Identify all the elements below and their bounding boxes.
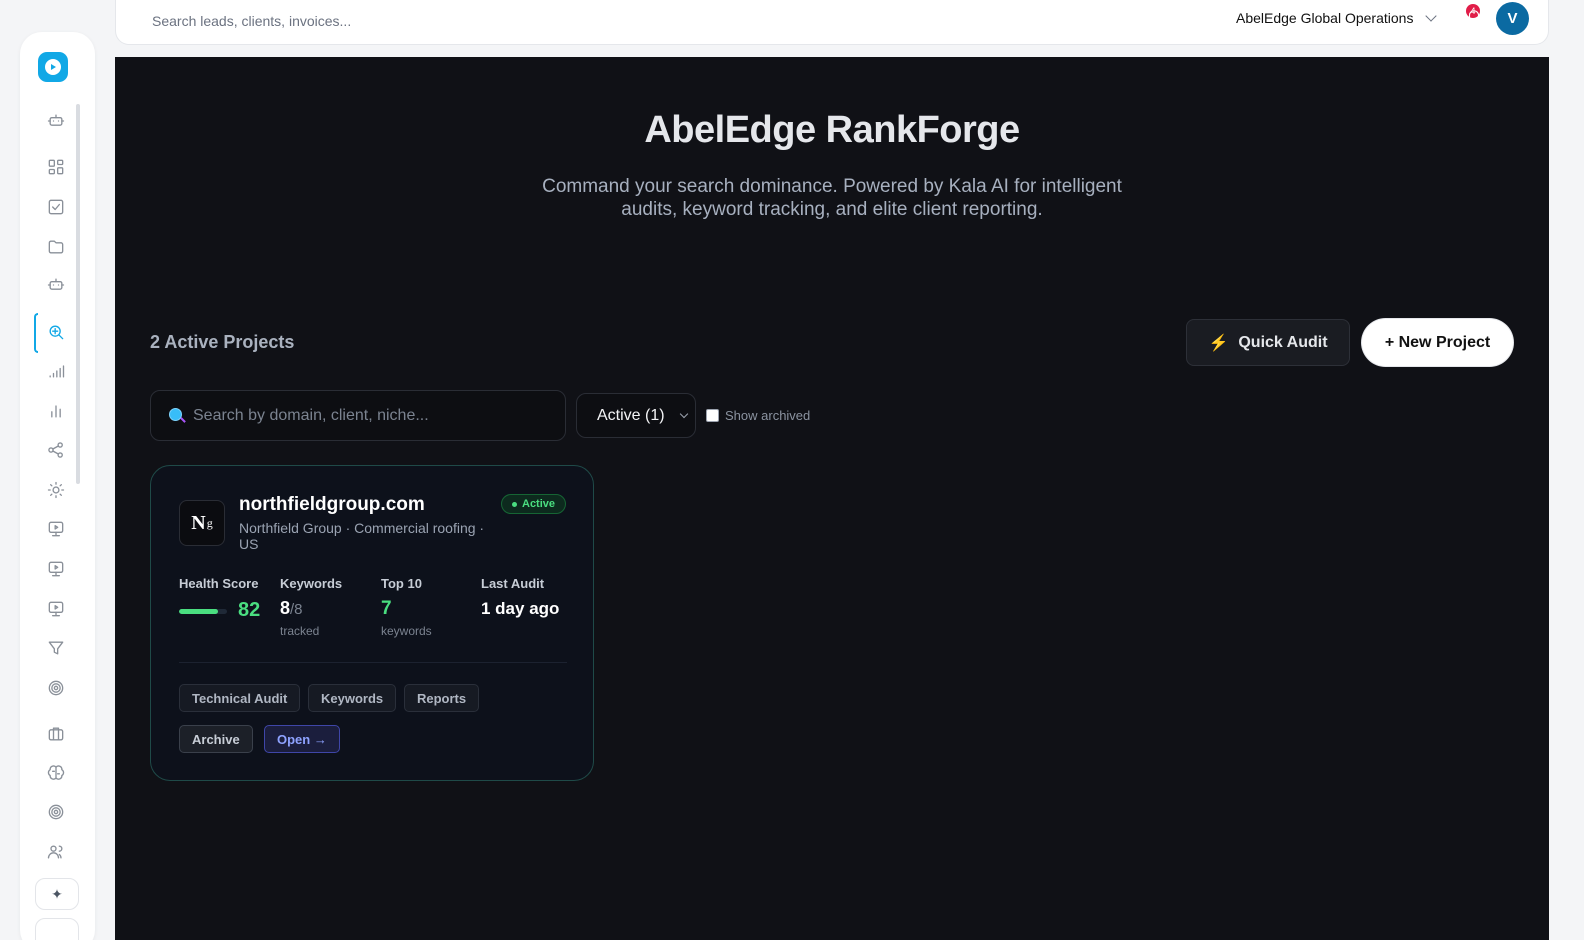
sidebar-active-indicator — [34, 313, 38, 353]
checkbox-icon[interactable] — [44, 195, 68, 219]
sidebar-scrollbar[interactable] — [76, 104, 80, 484]
health-score-bar — [179, 609, 227, 614]
new-project-button[interactable]: + New Project — [1362, 319, 1513, 366]
keywords-tracked: 8 — [280, 598, 291, 618]
monitor-play-icon[interactable] — [44, 517, 68, 541]
project-meta: Northfield Group · Commercial roofing · … — [239, 520, 485, 552]
project-logo: Ng — [179, 500, 225, 546]
health-score-bar-fill — [179, 609, 219, 614]
briefcase-icon[interactable] — [44, 722, 68, 746]
sun-icon[interactable] — [44, 478, 68, 502]
project-logo-letter: N — [191, 511, 206, 534]
signal-icon[interactable] — [44, 359, 68, 383]
project-logo-sup: g — [206, 515, 213, 530]
project-card[interactable]: Ng northfieldgroup.com Northfield Group … — [150, 465, 594, 781]
avatar[interactable]: V — [1496, 2, 1529, 35]
target-icon[interactable] — [44, 800, 68, 824]
card-divider — [179, 662, 567, 663]
project-search-input[interactable] — [193, 406, 553, 425]
bell-outline-icon — [1466, 10, 1482, 24]
chevron-down-icon — [679, 409, 689, 419]
topbar: AbelEdge Global Operations 4 V — [115, 0, 1549, 45]
status-dot-icon — [512, 501, 517, 507]
keywords-sub: tracked — [280, 624, 320, 638]
robot-icon[interactable] — [44, 273, 68, 297]
main-panel: AbelEdge RankForge Command your search d… — [115, 57, 1549, 940]
bar-chart-icon[interactable] — [44, 399, 68, 423]
search-icon — [169, 407, 185, 424]
page-title: AbelEdge RankForge — [644, 109, 1020, 151]
keywords-label: Keywords — [280, 576, 343, 591]
sidebar: ✦ — [20, 32, 95, 940]
org-selector[interactable]: AbelEdge Global Operations — [1236, 10, 1438, 26]
archive-button[interactable]: Archive — [179, 725, 253, 753]
users-icon[interactable] — [44, 840, 68, 864]
health-score-value: 82 — [238, 599, 261, 621]
keywords-button[interactable]: Keywords — [308, 684, 397, 712]
keywords-value: 8/8 — [280, 598, 303, 619]
reports-button[interactable]: Reports — [404, 684, 480, 712]
filter-icon[interactable] — [44, 636, 68, 660]
keywords-total: /8 — [290, 601, 303, 618]
open-project-button[interactable]: Open → — [264, 725, 340, 753]
search-zoom-icon[interactable] — [44, 320, 68, 344]
quick-audit-label: Quick Audit — [1238, 333, 1328, 351]
status-filter-value: Active (1) — [597, 406, 665, 424]
top10-value: 7 — [381, 598, 392, 619]
health-score-label: Health Score — [179, 576, 259, 591]
monitor-play-icon[interactable] — [44, 557, 68, 581]
lightning-icon: ⚡ — [1208, 334, 1229, 352]
status-filter-select[interactable]: Active (1) — [576, 393, 696, 438]
org-name: AbelEdge Global Operations — [1236, 10, 1414, 26]
project-search[interactable] — [150, 390, 566, 441]
quick-audit-button[interactable]: ⚡ Quick Audit — [1186, 319, 1350, 366]
top10-label: Top 10 — [381, 576, 422, 591]
last-audit-value: 1 day ago — [481, 599, 560, 618]
projects-count: 2 Active Projects — [150, 332, 295, 352]
top10-sub: keywords — [381, 624, 432, 638]
page-subtitle: Command your search dominance. Powered b… — [542, 176, 1122, 220]
show-archived-toggle[interactable]: Show archived — [706, 408, 810, 423]
status-badge-label: Active — [522, 498, 556, 510]
logo-icon[interactable] — [38, 52, 68, 82]
robot-icon[interactable] — [44, 109, 68, 133]
monitor-play-icon[interactable] — [44, 597, 68, 621]
brain-icon[interactable] — [44, 761, 68, 785]
target-icon[interactable] — [44, 676, 68, 700]
sparkle-icon[interactable]: ✦ — [35, 878, 79, 910]
grid-icon[interactable] — [44, 155, 68, 179]
show-archived-checkbox[interactable] — [706, 409, 719, 422]
global-search-input[interactable] — [136, 4, 392, 38]
sidebar-bottom-button[interactable] — [35, 918, 79, 940]
chevron-down-icon — [1425, 10, 1438, 22]
status-badge: Active — [501, 494, 567, 514]
technical-audit-button[interactable]: Technical Audit — [179, 684, 301, 712]
show-archived-label: Show archived — [725, 408, 811, 423]
share-icon[interactable] — [44, 438, 68, 462]
project-domain[interactable]: northfieldgroup.com — [239, 494, 425, 516]
last-audit-label: Last Audit — [481, 576, 545, 591]
folder-icon[interactable] — [44, 235, 68, 259]
